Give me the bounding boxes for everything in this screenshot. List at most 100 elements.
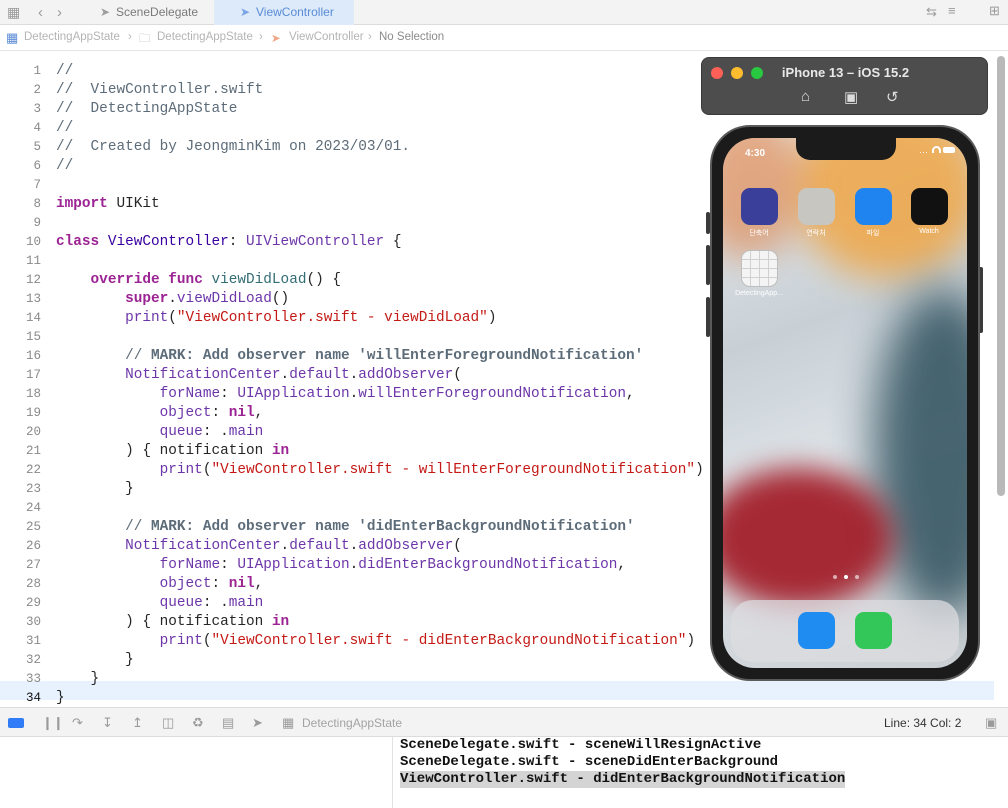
watch-icon[interactable] [911,188,948,225]
console-line: SceneDelegate.swift - sceneWillResignAct… [400,737,762,753]
breadcrumb-project[interactable]: DetectingAppState [24,31,120,43]
line-number: 5 [33,140,41,154]
tab-bar: ▦ ‹ › ➤ SceneDelegate ➤ ViewController ⇆… [0,0,1008,25]
line-number: 10 [25,235,41,249]
editor-scrollbar[interactable] [997,56,1005,496]
screenshot-icon[interactable]: ▣ [844,88,858,106]
editor-options-icon[interactable]: ≡ [948,4,956,17]
swift-icon: ➤ [100,5,111,19]
code-line: // [56,158,74,174]
step-into-icon[interactable]: ↧ [102,716,113,729]
view-hierarchy-icon[interactable]: ◫ [162,716,174,729]
line-number: 12 [25,273,41,287]
tab-scenedelegate[interactable]: ➤ SceneDelegate [82,0,214,25]
app-label: 파일 [866,230,880,237]
code-line: // DetectingAppState [56,101,238,117]
line-number: 11 [25,254,41,268]
chevron-right-icon: › [368,31,372,43]
code-line: // MARK: Add observer name 'willEnterFor… [56,348,644,364]
chevron-right-icon: › [128,31,132,43]
console-panel-icon[interactable]: ▣ [985,716,997,729]
line-number: 25 [25,520,41,534]
code-line: ) { notification in [56,614,290,630]
code-line: // [56,120,74,136]
folder-icon: 🗀 [139,33,151,45]
breadcrumb-file[interactable]: ViewController [289,31,364,43]
breadcrumb-group[interactable]: DetectingAppState [157,31,253,43]
memory-graph-icon[interactable]: ♻ [192,716,204,729]
swift-icon: ➤ [240,5,251,19]
location-icon[interactable]: ➤ [252,716,263,729]
cursor-position: Line: 34 Col: 2 [884,716,962,730]
debug-bar: ❙❙ ↷ ↧ ↥ ◫ ♻ ▤ ➤ ▦ DetectingAppState Lin… [0,707,1008,737]
line-number: 4 [33,121,41,135]
app-label: 연락처 [806,230,826,237]
line-number: 27 [25,558,41,572]
forward-arrow-icon[interactable]: › [57,5,62,20]
code-line: forName: UIApplication.willEnterForegrou… [159,386,635,402]
console-output[interactable]: SceneDelegate.swift - sceneWillResignAct… [0,737,1008,808]
status-time: 4:30 [745,148,766,159]
line-number: 2 [33,83,41,97]
code-line: } [56,652,134,668]
line-number: 28 [25,577,41,591]
rotate-icon[interactable]: ↺ [886,88,899,106]
code-line: object: nil, [159,405,264,421]
environment-overrides-icon[interactable]: ▤ [222,716,234,729]
line-number: 30 [25,615,41,629]
add-editor-icon[interactable]: ⊞ [989,4,1000,17]
code-line: class ViewController: UIViewController { [56,234,402,250]
code-line: forName: UIApplication.didEnterBackgroun… [159,557,626,573]
breadcrumb-selection[interactable]: No Selection [379,31,444,43]
code-line: import UIKit [56,196,160,212]
step-over-icon[interactable]: ↷ [72,716,83,729]
files-icon[interactable] [855,188,892,225]
contacts-icon[interactable] [798,188,835,225]
notch [796,138,896,160]
code-line: // [56,63,74,79]
console-divider[interactable] [392,737,393,808]
pause-icon[interactable]: ❙❙ [42,716,64,729]
line-number: 9 [33,216,41,230]
home-screen[interactable]: 4:30 ··· 단축어 연락처 파일 Watch DetectingApp... [723,138,967,668]
home-icon[interactable]: ⌂ [801,88,810,105]
page-dot [833,575,837,579]
swap-arrows-icon[interactable]: ⇆ [926,5,937,18]
shortcuts-icon[interactable] [741,188,778,225]
line-number: 14 [25,311,41,325]
code-line: override func viewDidLoad() { [90,272,342,288]
page-dot [855,575,859,579]
breadcrumb: ▦ DetectingAppState › 🗀 DetectingAppStat… [0,25,1008,51]
app-placeholder-icon[interactable] [741,250,778,287]
line-number: 16 [25,349,41,363]
swift-icon: ➤ [271,33,281,45]
tab-label: ViewController [256,5,334,19]
code-line: NotificationCenter.default.addObserver( [125,367,462,383]
debug-scheme-label[interactable]: DetectingAppState [302,716,402,730]
code-line: print("ViewController.swift - viewDidLoa… [125,310,497,326]
line-number: 22 [25,463,41,477]
line-number: 20 [25,425,41,439]
tab-viewcontroller[interactable]: ➤ ViewController [214,0,354,25]
code-line: print("ViewController.swift - didEnterBa… [159,633,696,649]
code-line: // Created by JeongminKim on 2023/03/01. [56,139,411,155]
wallpaper-shape [723,468,893,608]
code-line: object: nil, [159,576,264,592]
step-out-icon[interactable]: ↥ [132,716,143,729]
simulator-window[interactable]: iPhone 13 – iOS 15.2 ⌂ ▣ ↺ 4:30 ··· 단축어 연… [701,57,988,687]
grid-icon[interactable]: ▦ [7,5,20,19]
code-line: NotificationCenter.default.addObserver( [125,538,462,554]
battery-icon [943,147,955,153]
code-line: } [56,481,134,497]
safari-icon[interactable] [798,612,835,649]
line-number: 15 [25,330,41,344]
simulator-titlebar: iPhone 13 – iOS 15.2 ⌂ ▣ ↺ [701,57,988,115]
back-arrow-icon[interactable]: ‹ [38,5,43,20]
messages-icon[interactable] [855,612,892,649]
code-line: } [56,690,65,706]
app-label: Watch [919,228,939,235]
code-line: queue: .main [159,424,264,440]
page-dot-active [844,575,848,579]
line-number: 29 [25,596,41,610]
debug-area-toggle-icon[interactable] [8,718,24,728]
